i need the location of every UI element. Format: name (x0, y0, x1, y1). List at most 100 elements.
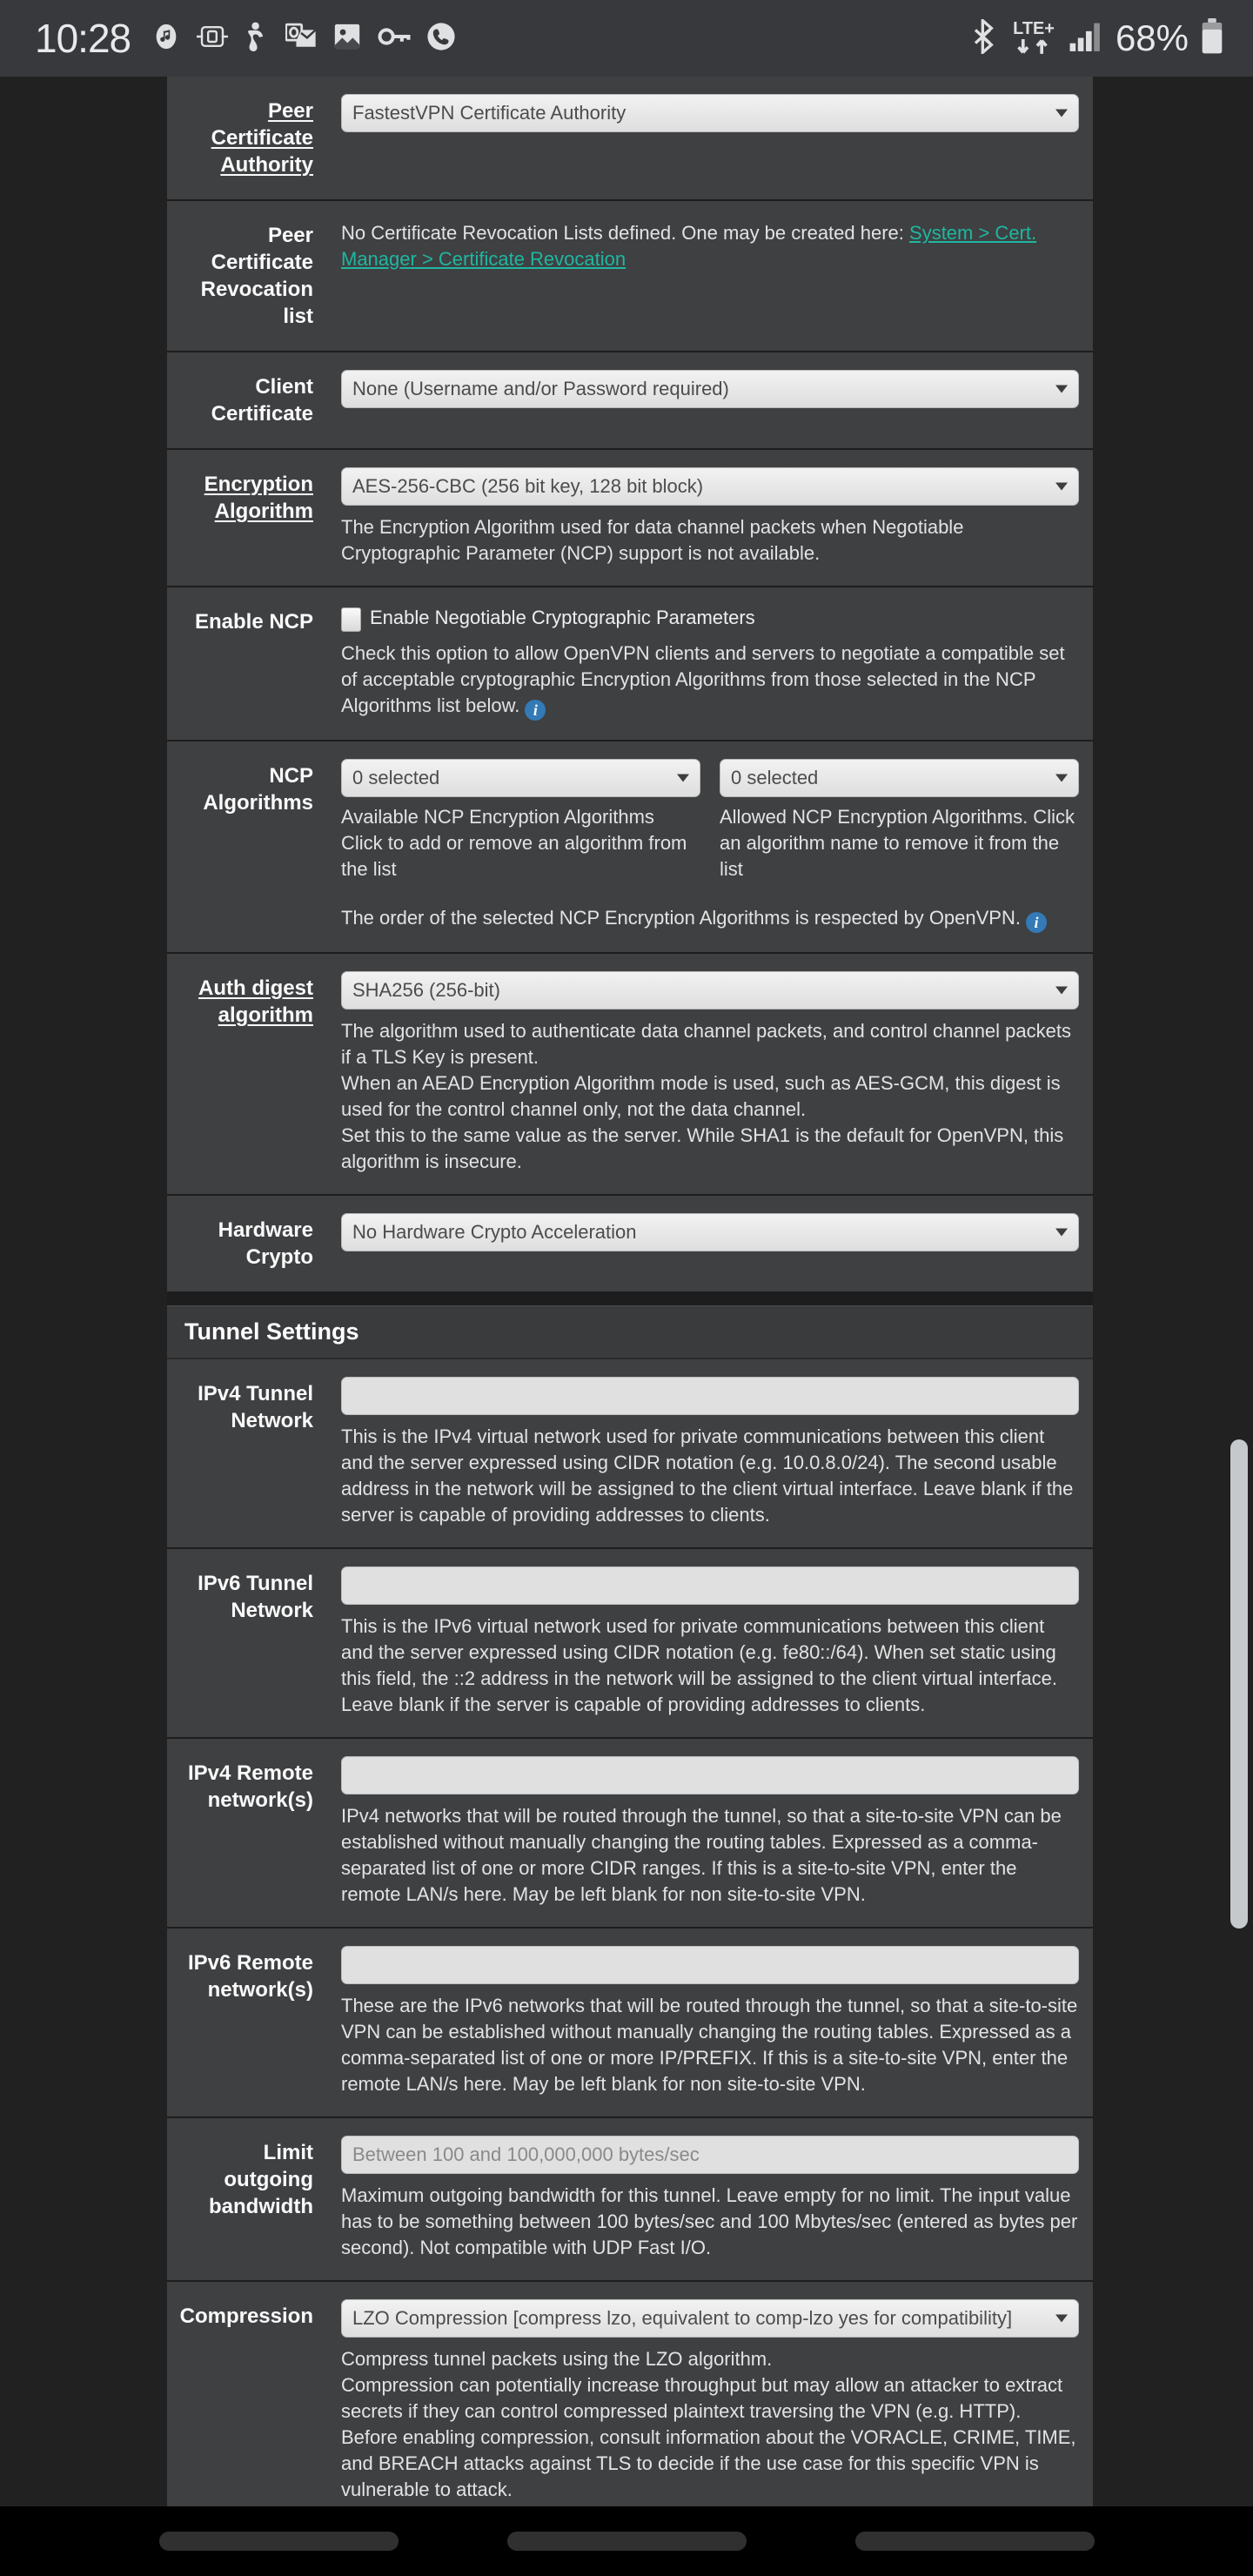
enable-ncp-checkbox-label: Enable Negotiable Cryptographic Paramete… (370, 607, 755, 628)
chevron-down-icon (1055, 109, 1068, 117)
status-bar-system-icons: LTE+ 68% (969, 17, 1223, 61)
label-enable-ncp: Enable NCP (194, 610, 313, 634)
row-limit-outgoing-bandwidth: Limit outgoing bandwidth Between 100 and… (167, 2118, 1093, 2282)
ncp-algorithms-columns: 0 selected Available NCP Encryption Algo… (341, 759, 1079, 882)
auth-digest-description: The algorithm used to authenticate data … (341, 1018, 1079, 1175)
ipv6-remote-networks-description: These are the IPv6 networks that will be… (341, 1995, 1078, 2095)
row-peer-certificate-authority: Peer Certificate Authority FastestVPN Ce… (167, 77, 1093, 201)
status-bar: 10:28 LTE+ 68% (0, 0, 1253, 77)
peer-certificate-authority-select[interactable]: FastestVPN Certificate Authority (341, 94, 1079, 132)
row-ipv4-remote-networks: IPv4 Remote network(s) IPv4 networks tha… (167, 1739, 1093, 1929)
label-line: Network (231, 1599, 313, 1622)
select-value: LZO Compression [compress lzo, equivalen… (352, 2307, 1013, 2329)
row-ncp-algorithms: NCP Algorithms 0 selected Available NCP … (167, 741, 1093, 954)
body-ipv4-tunnel-network: This is the IPv4 virtual network used fo… (329, 1359, 1093, 1547)
body-client-certificate: None (Username and/or Password required) (329, 352, 1093, 448)
ipv4-tunnel-network-input[interactable] (341, 1377, 1079, 1415)
chevron-down-icon (677, 774, 689, 782)
body-compression: LZO Compression [compress lzo, equivalen… (329, 2282, 1093, 2506)
auth-digest-algorithm-select[interactable]: SHA256 (256-bit) (341, 971, 1079, 1010)
hardware-crypto-select[interactable]: No Hardware Crypto Acceleration (341, 1213, 1079, 1251)
label-hardware-crypto: Hardware Crypto (167, 1196, 329, 1291)
ncp-available-column: 0 selected Available NCP Encryption Algo… (341, 759, 700, 882)
client-certificate-select[interactable]: None (Username and/or Password required) (341, 370, 1079, 408)
select-value: 0 selected (731, 767, 819, 788)
info-icon[interactable]: i (1025, 912, 1047, 933)
recents-pill[interactable] (158, 2532, 399, 2551)
chevron-down-icon (1055, 1228, 1068, 1237)
row-compression: Compression LZO Compression [compress lz… (167, 2282, 1093, 2506)
label-line: Limit outgoing (224, 2141, 313, 2191)
accessibility-icon (244, 22, 270, 56)
limit-outgoing-bandwidth-input[interactable]: Between 100 and 100,000,000 bytes/sec (341, 2136, 1079, 2174)
vertical-scrollbar[interactable] (1230, 1439, 1248, 1929)
android-navigation-bar (0, 2506, 1253, 2576)
label-line: Hardware (218, 1218, 313, 1242)
body-enable-ncp: Enable Negotiable Cryptographic Paramete… (329, 587, 1093, 740)
crl-message-text: No Certificate Revocation Lists defined.… (341, 222, 910, 244)
ncp-available-select[interactable]: 0 selected (341, 759, 700, 797)
row-enable-ncp: Enable NCP Enable Negotiable Cryptograph… (167, 587, 1093, 741)
page-left-gutter (0, 77, 167, 2506)
status-bar-clock: 10:28 (35, 16, 131, 61)
ncp-order-note: The order of the selected NCP Encryption… (341, 905, 1079, 933)
select-value: 0 selected (352, 767, 440, 788)
label-peer-certificate-revocation-list: Peer Certificate Revocation list (167, 201, 329, 351)
page-right-gutter (1093, 77, 1253, 2506)
compression-select[interactable]: LZO Compression [compress lzo, equivalen… (341, 2299, 1079, 2338)
compression-desc-line1: Compress tunnel packets using the LZO al… (341, 2348, 773, 2370)
label-compression: Compression (179, 2304, 313, 2328)
enable-ncp-checkbox[interactable] (341, 607, 361, 632)
ipv6-tunnel-network-description: This is the IPv6 virtual network used fo… (341, 1615, 1057, 1715)
mobile-data-icon: LTE+ (1011, 17, 1056, 61)
sim-card-icon (197, 23, 229, 54)
browser-viewport[interactable]: Peer Certificate Authority FastestVPN Ce… (0, 77, 1253, 2506)
label-line: Client (255, 375, 313, 399)
label-encryption-algorithm: Encryption Algorithm (167, 450, 329, 586)
label-line: bandwidth (209, 2195, 313, 2218)
encryption-algorithm-select[interactable]: AES-256-CBC (256 bit key, 128 bit block) (341, 467, 1079, 506)
row-peer-certificate-revocation-list: Peer Certificate Revocation list No Cert… (167, 201, 1093, 352)
status-bar-notification-icons (151, 22, 456, 56)
label-ncp-algorithms: NCP Algorithms (167, 741, 329, 952)
enable-ncp-description: Check this option to allow OpenVPN clien… (341, 641, 1079, 721)
label-line: network(s) (207, 1978, 313, 2002)
bluetooth-icon (969, 17, 999, 58)
label-line: Encryption (204, 473, 313, 496)
photo-icon (332, 23, 362, 55)
info-icon[interactable]: i (525, 700, 546, 721)
body-ncp-algorithms: 0 selected Available NCP Encryption Algo… (329, 741, 1093, 952)
chevron-down-icon (1055, 482, 1068, 491)
signal-bars-icon (1069, 20, 1103, 57)
ncp-available-desc-line1: Available NCP Encryption Algorithms (341, 806, 654, 828)
row-ipv6-tunnel-network: IPv6 Tunnel Network This is the IPv6 vir… (167, 1549, 1093, 1739)
ipv6-tunnel-network-input[interactable] (341, 1566, 1079, 1605)
label-auth-digest-algorithm: Auth digest algorithm (167, 954, 329, 1194)
body-ipv6-tunnel-network: This is the IPv6 virtual network used fo… (329, 1549, 1093, 1737)
select-value: None (Username and/or Password required) (352, 378, 729, 399)
input-placeholder: Between 100 and 100,000,000 bytes/sec (352, 2143, 700, 2165)
label-line: Certificate (211, 402, 313, 426)
back-pill[interactable] (854, 2532, 1095, 2551)
row-ipv6-remote-networks: IPv6 Remote network(s) These are the IPv… (167, 1929, 1093, 2118)
home-pill[interactable] (506, 2532, 747, 2551)
select-value: SHA256 (256-bit) (352, 979, 500, 1001)
row-client-certificate: Client Certificate None (Username and/or… (167, 352, 1093, 450)
label-line: Auth digest (198, 976, 313, 1000)
ncp-allowed-select[interactable]: 0 selected (720, 759, 1079, 797)
body-limit-outgoing-bandwidth: Between 100 and 100,000,000 bytes/sec Ma… (329, 2118, 1093, 2280)
label-ipv4-tunnel-network: IPv4 Tunnel Network (167, 1359, 329, 1547)
body-ipv6-remote-networks: These are the IPv6 networks that will be… (329, 1929, 1093, 2116)
ipv6-remote-networks-input[interactable] (341, 1946, 1079, 1984)
enable-ncp-checkline: Enable Negotiable Cryptographic Paramete… (341, 605, 1079, 632)
enable-ncp-description-text: Check this option to allow OpenVPN clien… (341, 642, 1065, 716)
phone-icon (426, 22, 456, 56)
label-line: Algorithm (214, 500, 313, 523)
label-line: Certificate (211, 126, 313, 150)
ipv4-remote-networks-input[interactable] (341, 1756, 1079, 1794)
chevron-down-icon (1055, 774, 1068, 782)
select-value: No Hardware Crypto Acceleration (352, 1221, 637, 1243)
crl-empty-message: No Certificate Revocation Lists defined.… (341, 220, 1079, 272)
ncp-order-note-text: The order of the selected NCP Encryption… (341, 907, 1021, 929)
label-ipv6-tunnel-network: IPv6 Tunnel Network (167, 1549, 329, 1737)
